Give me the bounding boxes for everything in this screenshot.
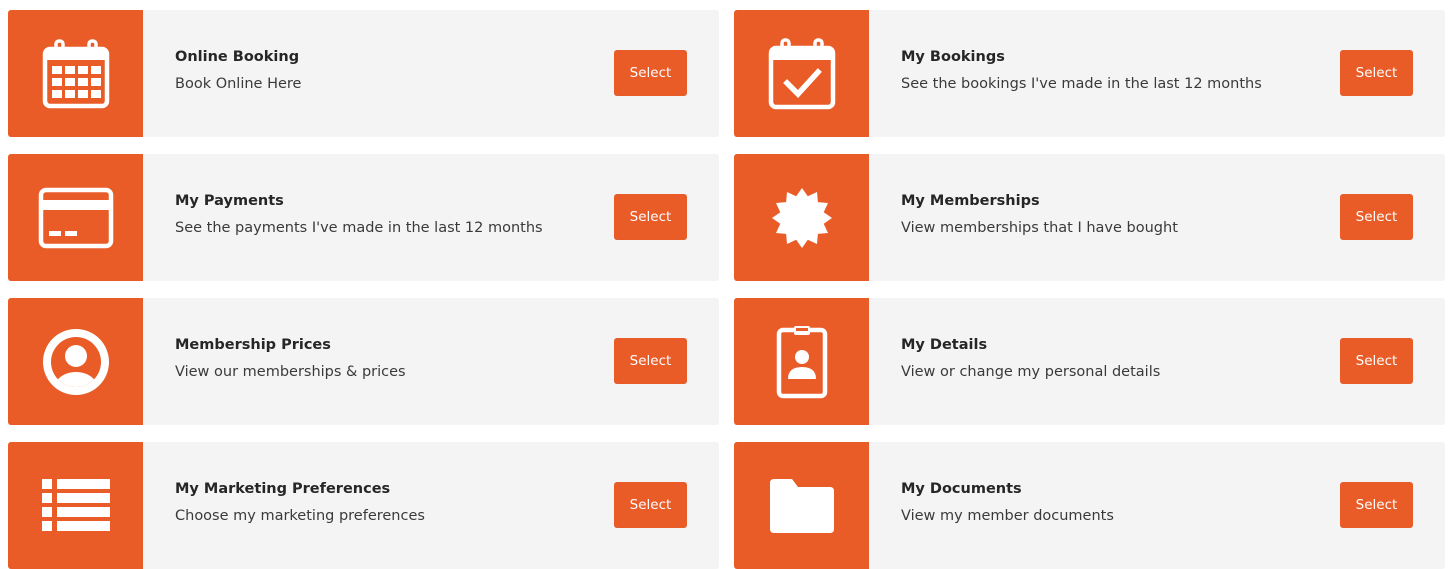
- credit-card-icon: [38, 187, 113, 248]
- card-description: View our memberships & prices: [175, 364, 406, 380]
- card-description: View memberships that I have bought: [901, 220, 1178, 236]
- select-button[interactable]: Select: [1340, 337, 1413, 384]
- card-membership-prices: Membership Prices View our memberships &…: [8, 298, 719, 425]
- card-title: Membership Prices: [175, 337, 331, 353]
- card-title: My Memberships: [901, 193, 1040, 209]
- select-button[interactable]: Select: [614, 337, 687, 384]
- card-my-bookings: My Bookings See the bookings I've made i…: [734, 10, 1445, 137]
- card-icon-tile: [8, 298, 143, 425]
- folder-icon: [769, 478, 834, 533]
- badge-icon: [771, 187, 832, 248]
- card-icon-tile: [8, 10, 143, 137]
- card-icon-tile: [734, 442, 869, 569]
- calendar-icon: [42, 38, 109, 108]
- card-title: My Marketing Preferences: [175, 481, 391, 497]
- select-button[interactable]: Select: [614, 481, 687, 528]
- list-icon: [41, 478, 110, 531]
- card-title: My Bookings: [901, 49, 1005, 65]
- card-title: Online Booking: [175, 49, 300, 65]
- card-description: Book Online Here: [175, 76, 302, 92]
- card-icon-tile: [8, 442, 143, 569]
- card-my-details: My Details View or change my personal de…: [734, 298, 1445, 425]
- card-online-booking: Online Booking Book Online Here Select: [8, 10, 719, 137]
- calendar-check-icon: [768, 37, 835, 109]
- card-marketing-preferences: My Marketing Preferences Choose my marke…: [8, 442, 719, 569]
- card-description: See the bookings I've made in the last 1…: [901, 76, 1262, 92]
- select-button[interactable]: Select: [1340, 49, 1413, 96]
- card-my-documents: My Documents View my member documents Se…: [734, 442, 1445, 569]
- id-badge-icon: [776, 325, 827, 398]
- card-description: View my member documents: [901, 508, 1114, 524]
- card-description: Choose my marketing preferences: [175, 508, 425, 524]
- card-title: My Payments: [175, 193, 284, 209]
- card-my-payments: My Payments See the payments I've made i…: [8, 154, 719, 281]
- dashboard-grid: Online Booking Book Online Here Select M…: [0, 0, 1452, 569]
- card-description: View or change my personal details: [901, 364, 1161, 380]
- user-circle-icon: [42, 328, 109, 395]
- card-title: My Details: [901, 337, 988, 353]
- card-icon-tile: [734, 298, 869, 425]
- card-icon-tile: [734, 10, 869, 137]
- card-icon-tile: [8, 154, 143, 281]
- card-my-memberships: My Memberships View memberships that I h…: [734, 154, 1445, 281]
- select-button[interactable]: Select: [614, 193, 687, 240]
- select-button[interactable]: Select: [614, 49, 687, 96]
- card-title: My Documents: [901, 481, 1022, 497]
- card-icon-tile: [734, 154, 869, 281]
- select-button[interactable]: Select: [1340, 193, 1413, 240]
- select-button[interactable]: Select: [1340, 481, 1413, 528]
- card-description: See the payments I've made in the last 1…: [175, 220, 543, 236]
